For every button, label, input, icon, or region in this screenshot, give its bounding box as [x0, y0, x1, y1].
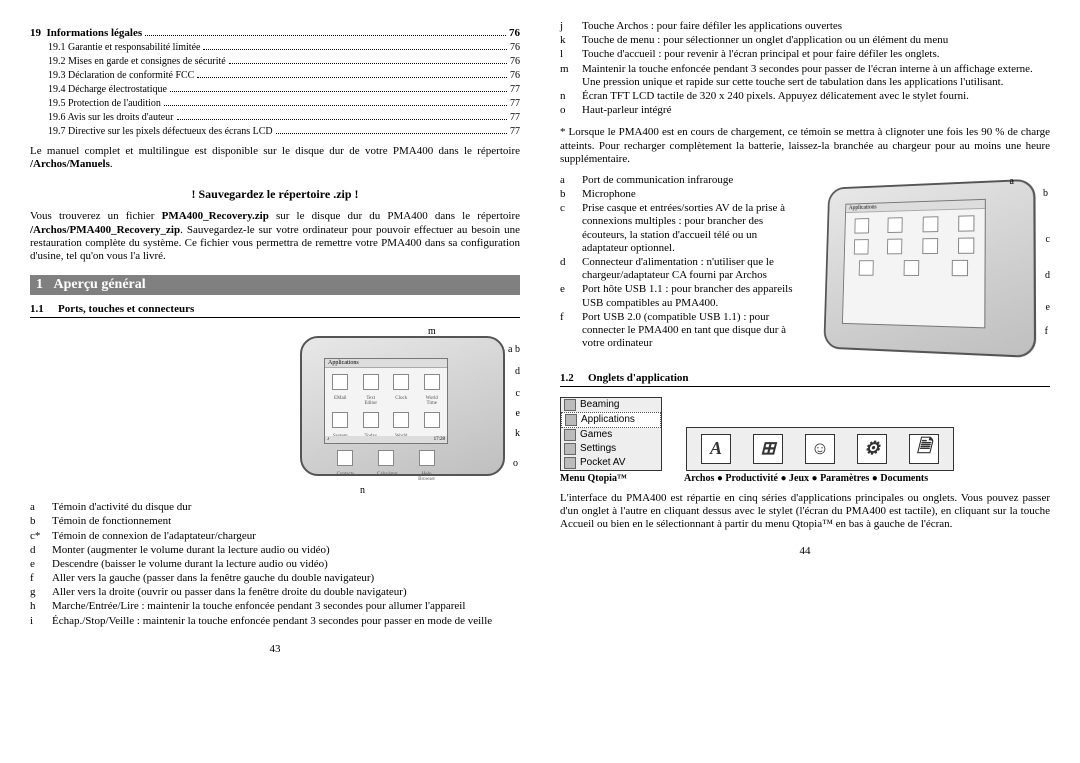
subheading-1-2: 1.2Onglets d'application	[560, 372, 1050, 387]
key-row: nÉcran TFT LCD tactile de 320 x 240 pixe…	[560, 90, 1050, 104]
page-left: 19 Informations légales 76 19.1 Garantie…	[30, 20, 520, 655]
key-list-af: aPort de communication infrarougebMicrop…	[560, 174, 800, 351]
key-row: c*Témoin de connexion de l'adaptateur/ch…	[30, 530, 520, 544]
key-row: kTouche de menu : pour sélectionner un o…	[560, 34, 1050, 48]
tab-icon-strip: A ⊞ ☺ ⚙ 🗎	[686, 427, 954, 471]
key-row: jTouche Archos : pour faire défiler les …	[560, 20, 1050, 34]
toc-main: 19 Informations légales 76	[30, 24, 520, 39]
page-number-left: 43	[30, 643, 520, 655]
device-illustration-side: Applications a b c d e f	[810, 174, 1050, 364]
toc-sub: 19.6 Avis sur les droits d'auteur77	[30, 109, 520, 123]
toc-sub: 19.3 Déclaration de conformité FCC76	[30, 67, 520, 81]
star-paragraph: * Lorsque le PMA400 est en cours de char…	[560, 126, 1050, 166]
menu-item: Settings	[561, 442, 661, 456]
menu-item: Games	[561, 428, 661, 442]
key-row: lTouche d'accueil : pour revenir à l'écr…	[560, 48, 1050, 62]
toc-sub: 19.7 Directive sur les pixels défectueux…	[30, 123, 520, 137]
tab-icon: 🗎	[909, 434, 939, 464]
tab-icon: ☺	[805, 434, 835, 464]
key-list-left: aTémoin d'activité du disque durbTémoin …	[30, 501, 520, 629]
key-row: aPort de communication infrarouge	[560, 174, 800, 188]
qtopia-menu: BeamingApplicationsGamesSettingsPocket A…	[560, 397, 662, 471]
bottom-paragraph: L'interface du PMA400 est répartie en ci…	[560, 492, 1050, 532]
toc-sub: 19.5 Protection de l'audition77	[30, 95, 520, 109]
key-row: aTémoin d'activité du disque dur	[30, 501, 520, 515]
tab-icon: A	[701, 434, 731, 464]
key-row: bTémoin de fonctionnement	[30, 515, 520, 529]
page-right: jTouche Archos : pour faire défiler les …	[560, 20, 1050, 655]
subheading-1-1: 1.1Ports, touches et connecteurs	[30, 303, 520, 318]
device-illustration-front: Applications EMailText EditorClockWorld …	[290, 326, 520, 496]
menu-item: Beaming	[561, 398, 661, 412]
key-row: eDescendre (baisser le volume durant la …	[30, 558, 520, 572]
toc-sub: 19.4 Décharge électrostatique77	[30, 81, 520, 95]
key-row: dMonter (augmenter le volume durant la l…	[30, 544, 520, 558]
section-1-bar: 1 Aperçu général	[30, 275, 520, 295]
key-row: mMaintenir la touche enfoncée pendant 3 …	[560, 63, 1050, 90]
toc-sub: 19.2 Mises en garde et consignes de sécu…	[30, 53, 520, 67]
key-list-top: jTouche Archos : pour faire défiler les …	[560, 20, 1050, 118]
bottom-images: BeamingApplicationsGamesSettingsPocket A…	[560, 397, 1050, 471]
tab-icon: ⚙	[857, 434, 887, 464]
manual-paragraph: Le manuel complet et multilingue est dis…	[30, 145, 520, 171]
menu-item: Pocket AV	[561, 456, 661, 470]
menu-item: Applications	[561, 412, 661, 428]
key-row: oHaut-parleur intégré	[560, 104, 1050, 118]
key-row: fPort USB 2.0 (compatible USB 1.1) : pou…	[560, 311, 800, 352]
key-row: dConnecteur d'alimentation : n'utiliser …	[560, 256, 800, 283]
save-paragraph: Vous trouverez un fichier PMA400_Recover…	[30, 210, 520, 263]
key-row: cPrise casque et entrées/sorties AV de l…	[560, 202, 800, 256]
caption-row: Menu Qtopia™ Archos ● Productivité ● Jeu…	[560, 473, 1050, 484]
key-row: bMicrophone	[560, 188, 800, 202]
page-number-right: 44	[560, 545, 1050, 557]
key-row: hMarche/Entrée/Lire : maintenir la touch…	[30, 600, 520, 614]
key-row: fAller vers la gauche (passer dans la fe…	[30, 572, 520, 586]
key-row: gAller vers la droite (ouvrir ou passer …	[30, 586, 520, 600]
save-heading: ! Sauvegardez le répertoire .zip !	[30, 187, 520, 202]
key-row: iÉchap./Stop/Veille : maintenir la touch…	[30, 615, 520, 629]
key-row: ePort hôte USB 1.1 : pour brancher des a…	[560, 283, 800, 310]
toc-sub: 19.1 Garantie et responsabilité limitée7…	[30, 39, 520, 53]
tab-icon: ⊞	[753, 434, 783, 464]
